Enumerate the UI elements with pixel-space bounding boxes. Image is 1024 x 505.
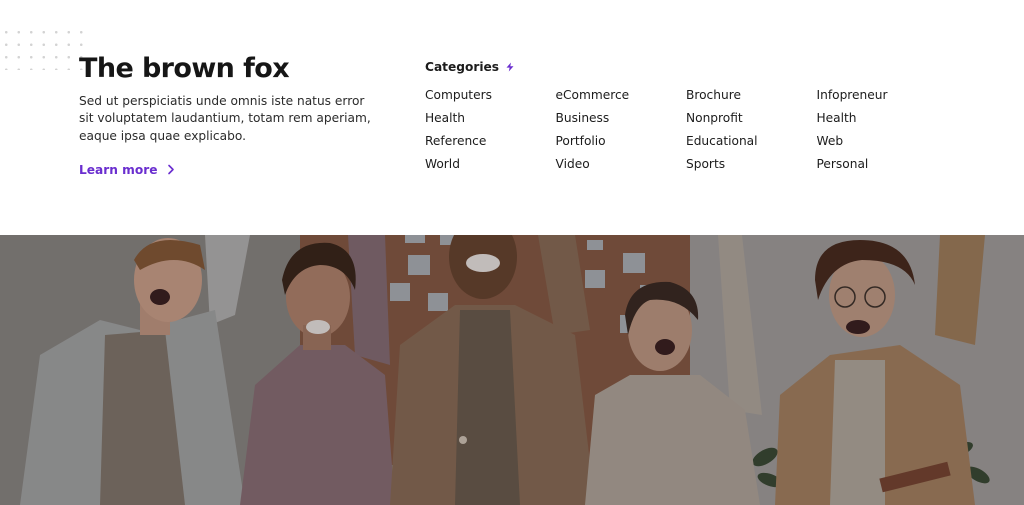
category-column-2: eCommerce Business Portfolio Video [556, 84, 687, 176]
category-column-3: Brochure Nonprofit Educational Sports [686, 84, 817, 176]
learn-more-link[interactable]: Learn more [79, 163, 175, 177]
category-link[interactable]: Reference [425, 130, 556, 153]
category-link[interactable]: Computers [425, 84, 556, 107]
learn-more-label: Learn more [79, 162, 158, 177]
hero-description: Sed ut perspiciatis unde omnis iste natu… [79, 94, 371, 143]
category-link[interactable]: Infopreneur [817, 84, 948, 107]
category-link[interactable]: Brochure [686, 84, 817, 107]
hero-section: The brown fox Sed ut perspiciatis unde o… [79, 52, 379, 178]
category-link[interactable]: Health [425, 107, 556, 130]
category-link[interactable]: Business [556, 107, 687, 130]
chevron-right-icon [167, 165, 174, 175]
lightning-bolt-icon [506, 62, 514, 72]
category-link[interactable]: Personal [817, 153, 948, 176]
category-link[interactable]: Video [556, 153, 687, 176]
photo-overlay [0, 235, 1024, 505]
category-link[interactable]: eCommerce [556, 84, 687, 107]
team-celebration-photo [0, 235, 1024, 505]
category-column-4: Infopreneur Health Web Personal [817, 84, 948, 176]
category-link[interactable]: Web [817, 130, 948, 153]
categories-title: Categories [425, 60, 500, 74]
category-link[interactable]: Sports [686, 153, 817, 176]
category-link[interactable]: Nonprofit [686, 107, 817, 130]
category-link[interactable]: Health [817, 107, 948, 130]
page-title: The brown fox [79, 53, 290, 84]
category-link[interactable]: World [425, 153, 556, 176]
category-link[interactable]: Portfolio [556, 130, 687, 153]
categories-section: Categories Computers Health Reference Wo… [425, 59, 985, 176]
category-link[interactable]: Educational [686, 130, 817, 153]
category-column-1: Computers Health Reference World [425, 84, 556, 176]
categories-header: Categories [425, 59, 985, 75]
categories-grid: Computers Health Reference World eCommer… [425, 84, 985, 176]
